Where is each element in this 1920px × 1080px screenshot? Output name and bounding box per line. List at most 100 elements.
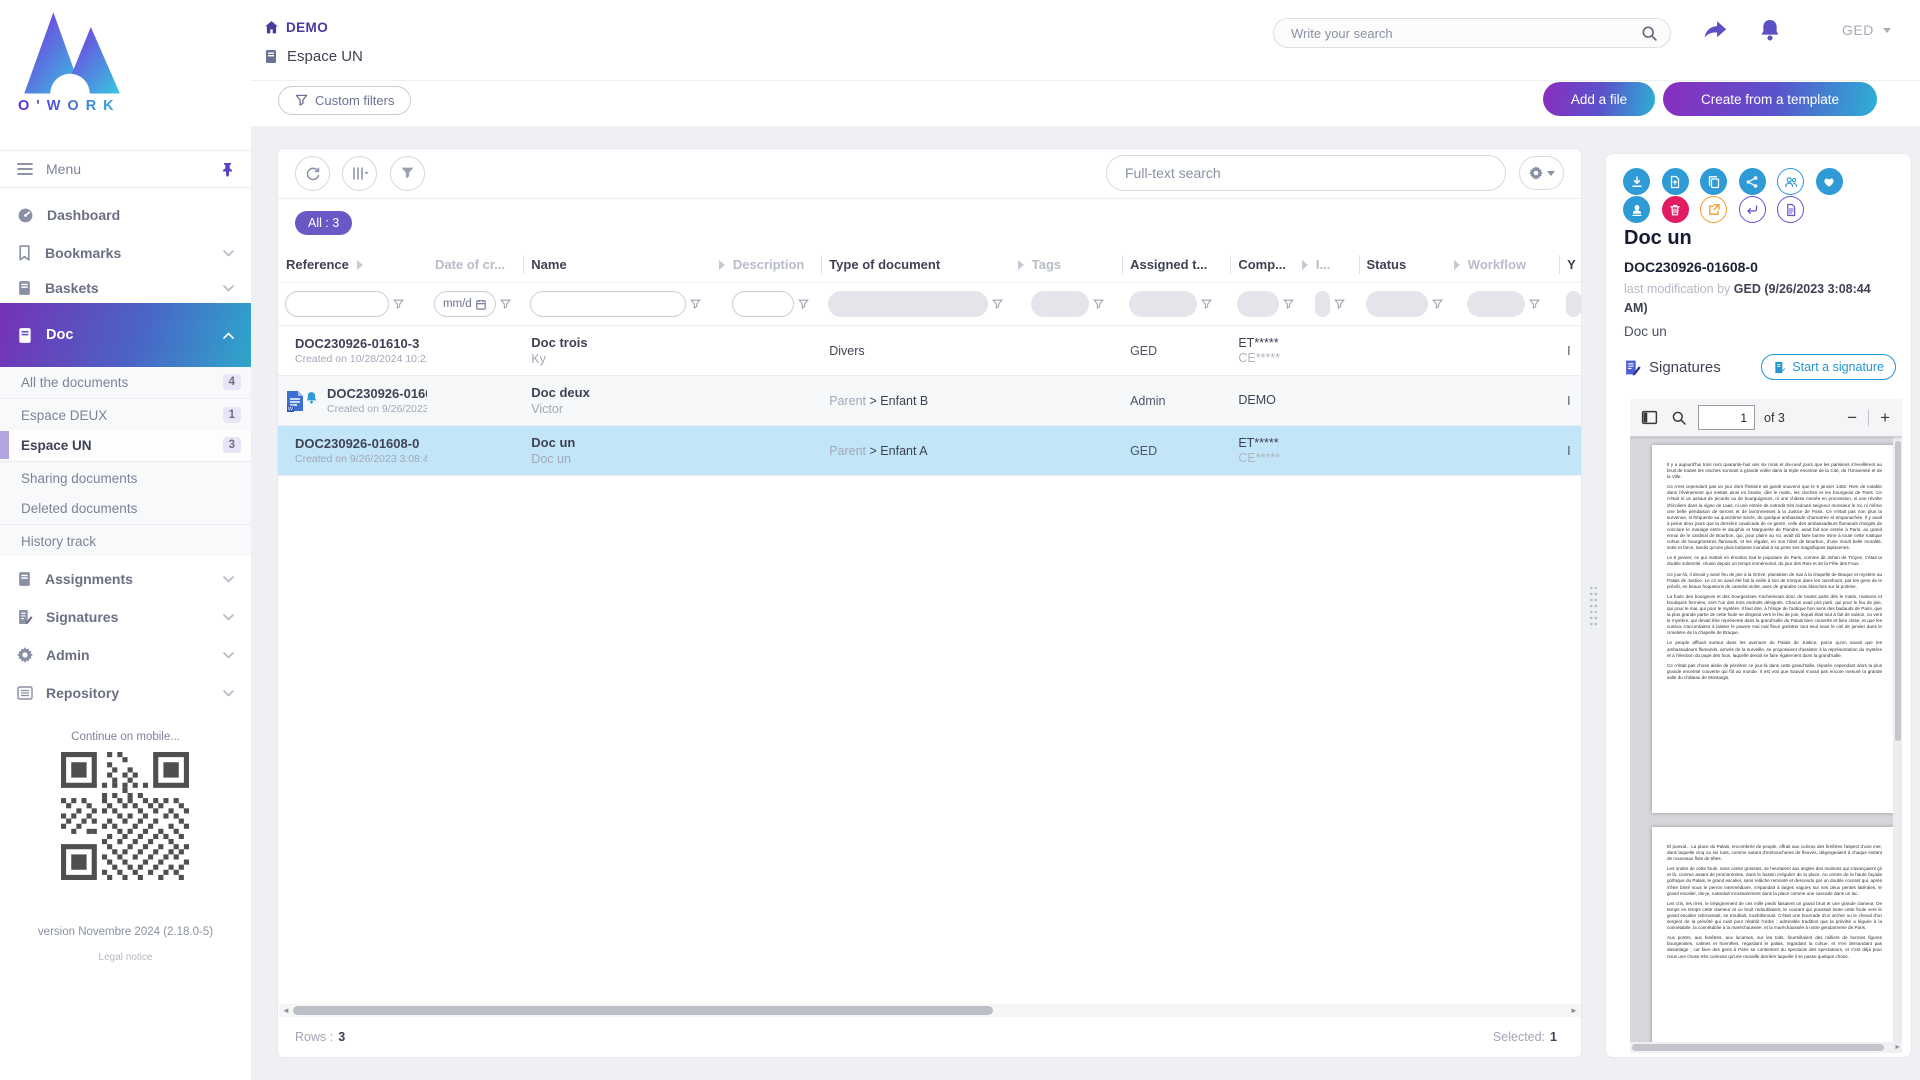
word-file-icon: W [286,390,304,412]
share-icon[interactable] [1702,18,1728,42]
column-header-assigned[interactable]: Assigned t... [1122,247,1230,282]
workflow-filter-disabled [1467,291,1525,317]
filter-chip-all[interactable]: All : 3 [295,211,352,235]
table-settings-button[interactable] [1519,156,1564,190]
column-header-reference[interactable]: Reference [278,247,427,282]
assign-users-button[interactable] [1777,168,1804,195]
table-horizontal-scrollbar[interactable]: ◄ ► [279,1004,1581,1017]
upload-version-button[interactable] [1662,168,1689,195]
company-filter-disabled [1237,291,1279,317]
calendar-icon[interactable] [476,299,486,310]
funnel-icon[interactable] [992,299,1003,310]
sidebar-item-signatures[interactable]: Signatures [0,598,251,636]
fulltext-search-input[interactable] [1125,156,1487,190]
scroll-left-arrow-icon[interactable]: ◄ [279,1006,293,1015]
scroll-right-arrow-icon[interactable]: ► [1894,1044,1902,1051]
funnel-icon[interactable] [690,299,701,310]
viewer-sidebar-toggle-button[interactable] [1639,408,1660,427]
viewer-vertical-scrollbar[interactable] [1893,437,1902,1053]
column-header-description[interactable]: Description [725,247,821,282]
column-header-status[interactable]: Status [1359,247,1460,282]
funnel-icon[interactable] [393,299,404,310]
start-signature-button[interactable]: Start a signature [1761,354,1896,380]
open-external-button[interactable] [1700,196,1727,223]
sidebar-item-admin[interactable]: Admin [0,636,251,674]
doc-sublist: All the documents 4 Espace DEUX 1 Espace… [0,367,251,556]
viewer-horizontal-scrollbar[interactable]: ► [1630,1042,1902,1053]
custom-filters-button[interactable]: Custom filters [278,86,411,115]
table-row[interactable]: W DOC230926-01609-0Created on 9/26/2023 … [278,376,1581,426]
download-button[interactable] [1623,168,1650,195]
sidebar-item-espace-deux[interactable]: Espace DEUX 1 [0,400,251,430]
stamp-button[interactable] [1623,196,1650,223]
columns-button[interactable] [342,156,377,191]
table-filter-button[interactable] [390,156,425,191]
sidebar-item-baskets[interactable]: Baskets [0,269,251,307]
reference-filter-input[interactable] [294,298,380,310]
funnel-icon[interactable] [1432,299,1443,310]
legal-notice-link[interactable]: Legal notice [0,952,251,963]
sidebar-item-bookmarks[interactable]: Bookmarks [0,234,251,272]
share-button[interactable] [1739,168,1766,195]
description-filter-input[interactable] [741,298,785,310]
sidebar-item-repository[interactable]: Repository [0,674,251,712]
funnel-icon[interactable] [1093,299,1104,310]
column-header-tags[interactable]: Tags [1024,247,1122,282]
pin-icon[interactable] [221,162,234,177]
funnel-icon[interactable] [798,299,809,310]
panel-resize-handle[interactable] [1589,585,1598,629]
zoom-in-button[interactable]: + [1877,409,1893,426]
notifications-bell-icon[interactable] [1758,18,1782,43]
viewer-search-button[interactable] [1669,408,1689,428]
sidebar-item-history-track[interactable]: History track [0,526,251,556]
favorite-button[interactable] [1816,168,1843,195]
sidebar-item-dashboard[interactable]: Dashboard [0,196,251,234]
funnel-icon[interactable] [1201,299,1212,310]
column-header-workflow[interactable]: Workflow [1460,247,1559,282]
search-icon[interactable] [1641,25,1658,42]
sidebar-item-espace-un[interactable]: Espace UN 3 [0,430,251,460]
sidebar-item-deleted-documents[interactable]: Deleted documents [0,493,251,523]
delete-button[interactable] [1662,196,1689,223]
brand-logo[interactable]: O'WORK [18,12,128,114]
global-search[interactable] [1273,18,1671,48]
scrollbar-thumb[interactable] [293,1006,993,1015]
funnel-icon[interactable] [1334,299,1345,310]
funnel-icon[interactable] [500,299,511,310]
document-properties-button[interactable] [1777,196,1804,223]
add-file-button[interactable]: Add a file [1543,82,1655,116]
return-button[interactable] [1739,196,1766,223]
document-detail-panel: Doc un DOC230926-01608-0 last modificati… [1605,153,1912,1058]
sidebar-item-assignments[interactable]: Assignments [0,560,251,598]
table-row[interactable]: DOC230926-01610-3Created on 10/28/2024 1… [278,326,1581,376]
user-menu[interactable]: GED [1842,22,1891,38]
scrollbar-thumb[interactable] [1632,1044,1884,1051]
scrollbar-thumb[interactable] [1895,441,1901,741]
column-header-date[interactable]: Date of cr... [427,247,523,282]
copy-button[interactable] [1700,168,1727,195]
funnel-icon[interactable] [1283,299,1294,310]
column-header-company[interactable]: Comp... [1230,247,1307,282]
page-number-input[interactable] [1698,405,1755,430]
name-filter-input[interactable] [539,298,677,310]
fulltext-search[interactable] [1106,155,1506,191]
copy-icon [1707,175,1721,189]
sidebar-item-sharing-documents[interactable]: Sharing documents [0,463,251,493]
funnel-icon[interactable] [1529,299,1540,310]
column-header-y[interactable]: Y [1559,247,1581,282]
breadcrumb-app[interactable]: DEMO [264,20,328,35]
refresh-button[interactable] [295,156,330,191]
column-header-name[interactable]: Name [523,247,725,282]
table-row-selected[interactable]: DOC230926-01608-0Created on 9/26/2023 3:… [278,426,1581,476]
column-header-i[interactable]: I... [1308,247,1359,282]
column-header-type[interactable]: Type of document [821,247,1024,282]
sidebar-item-doc[interactable]: Doc [0,303,251,367]
sidebar-item-all-documents[interactable]: All the documents 4 [0,367,251,397]
menu-toggle[interactable]: Menu [0,150,251,188]
breadcrumb-space[interactable]: Espace UN [264,48,363,65]
zoom-out-button[interactable]: − [1844,409,1860,426]
create-from-template-button[interactable]: Create from a template [1663,82,1877,116]
document-description: Doc un [1624,324,1667,339]
scroll-right-arrow-icon[interactable]: ► [1567,1006,1581,1015]
global-search-input[interactable] [1291,26,1641,41]
